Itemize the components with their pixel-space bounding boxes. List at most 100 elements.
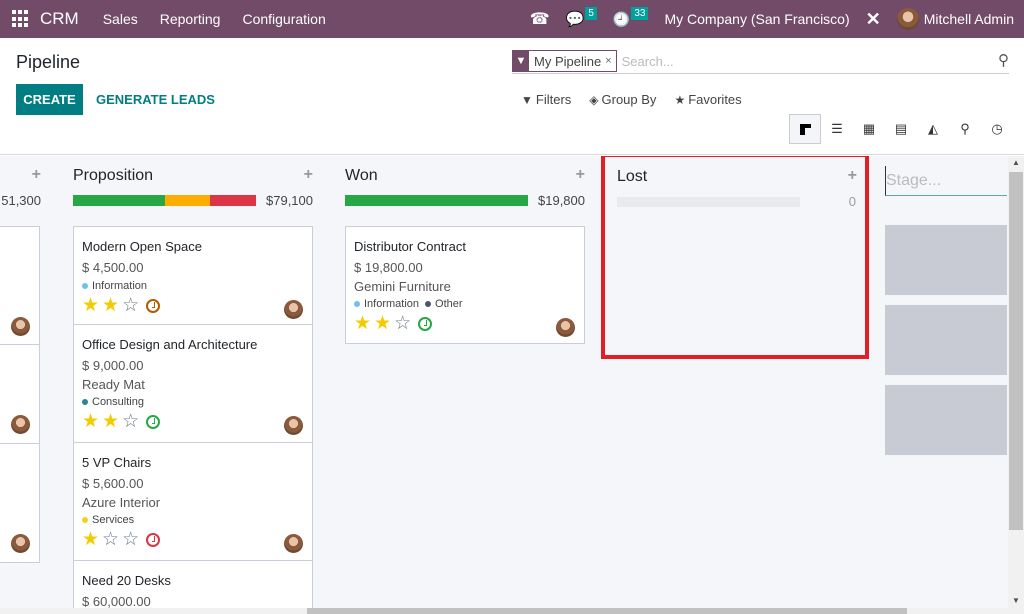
priority-star-icon[interactable]: ☆: [394, 314, 411, 333]
priority-star-icon[interactable]: ☆: [102, 530, 119, 549]
card-title: Office Design and Architecture: [82, 337, 258, 352]
quick-create-icon[interactable]: +: [848, 167, 857, 185]
quick-create-icon[interactable]: +: [576, 166, 585, 184]
kanban-column-won: Won + $19,800 Distributor Contract $ 19,8…: [345, 156, 585, 344]
messages-button[interactable]: 💬 5: [565, 6, 597, 28]
tag: Information: [354, 298, 419, 310]
activity-clock-icon[interactable]: [146, 415, 161, 429]
priority-star-icon[interactable]: ★: [82, 296, 99, 315]
kanban-card[interactable]: Distributor Contract $ 19,800.00 Gemini Fu…: [345, 226, 585, 344]
kanban-card[interactable]: 5 VP Chairs $ 5,600.00 Azure Interior Servi…: [73, 443, 313, 561]
card-list: Modern Open Space $ 4,500.00 Information ★ ★…: [73, 226, 313, 614]
card-title: Need 20 Desks: [82, 573, 171, 588]
view-switcher: ☰ ▦ ▤ ◭ ⚲ ◷: [789, 114, 1013, 144]
progress-segment-green[interactable]: [345, 195, 528, 206]
generate-leads-button[interactable]: GENERATE LEADS: [96, 84, 215, 115]
vertical-scrollbar[interactable]: ▲ ▼: [1008, 156, 1024, 608]
list-icon: ☰: [831, 121, 843, 136]
kanban-card[interactable]: [0, 345, 40, 444]
activity-clock-icon[interactable]: [146, 299, 161, 313]
column-progress-bar: [617, 197, 800, 207]
search-input[interactable]: [621, 53, 922, 69]
top-navbar: CRM Sales Reporting Configuration ☎ 💬 5 🕘…: [0, 0, 1024, 38]
card-footer: ★ ☆ ☆: [82, 530, 161, 549]
map-view-button[interactable]: ⚲: [949, 114, 981, 144]
list-view-button[interactable]: ☰: [821, 114, 853, 144]
menu-configuration[interactable]: Configuration: [242, 11, 325, 27]
pivot-view-button[interactable]: ▤: [885, 114, 917, 144]
create-button[interactable]: CREATE: [16, 84, 83, 115]
horizontal-scrollbar[interactable]: [0, 608, 1024, 614]
area-chart-icon: ◭: [928, 121, 938, 136]
kanban-card[interactable]: [0, 226, 40, 345]
apps-menu-icon[interactable]: [12, 10, 30, 28]
kanban-card[interactable]: Modern Open Space $ 4,500.00 Information ★ ★…: [73, 226, 313, 325]
column-progress-bar[interactable]: [345, 195, 528, 206]
card-company: Azure Interior: [82, 495, 161, 510]
activity-clock-icon[interactable]: [418, 317, 433, 331]
priority-star-icon[interactable]: ★: [82, 530, 99, 549]
horizontal-scroll-thumb[interactable]: [307, 608, 907, 614]
card-title: 5 VP Chairs: [82, 455, 152, 470]
salesperson-avatar: [11, 415, 30, 434]
priority-star-icon[interactable]: ☆: [122, 412, 139, 431]
card-amount: $ 4,500.00: [82, 260, 144, 275]
phone-icon[interactable]: ☎: [530, 9, 550, 29]
progress-segment-red[interactable]: [210, 195, 256, 206]
tag-label: Information: [92, 280, 148, 292]
user-avatar: [896, 8, 919, 30]
tag: Information: [82, 280, 147, 292]
priority-star-icon[interactable]: ☆: [122, 296, 139, 315]
column-sum: $19,800: [538, 193, 585, 208]
graph-view-button[interactable]: ◭: [917, 114, 949, 144]
new-stage-input[interactable]: [885, 166, 1007, 196]
priority-star-icon[interactable]: ☆: [122, 530, 139, 549]
activity-clock-icon[interactable]: [146, 533, 161, 547]
kanban-card[interactable]: Office Design and Architecture $ 9,000.00…: [73, 325, 313, 443]
priority-star-icon[interactable]: ★: [374, 314, 391, 333]
user-menu[interactable]: Mitchell Admin: [896, 8, 1014, 30]
priority-star-icon[interactable]: ★: [354, 314, 371, 333]
company-switcher[interactable]: My Company (San Francisco): [664, 11, 849, 27]
facet-value: My Pipeline: [534, 53, 602, 69]
priority-star-icon[interactable]: ★: [102, 296, 119, 315]
progress-segment-green[interactable]: [73, 195, 165, 206]
page-title: Pipeline: [16, 52, 81, 72]
app-brand[interactable]: CRM: [40, 9, 79, 29]
activity-view-button[interactable]: ◷: [981, 114, 1013, 144]
kanban-card[interactable]: [0, 444, 40, 563]
card-list: Distributor Contract $ 19,800.00 Gemini Fu…: [345, 226, 585, 344]
card-title: Modern Open Space: [82, 239, 202, 254]
column-progress-bar[interactable]: [73, 195, 256, 206]
chat-icon: 💬: [565, 11, 585, 28]
menu-sales[interactable]: Sales: [103, 11, 138, 27]
scroll-up-arrow[interactable]: ▲: [1012, 158, 1020, 167]
column-title: Lost: [617, 168, 648, 185]
filters-dropdown[interactable]: ▼ Filters: [521, 92, 571, 107]
kanban-view-button[interactable]: [789, 114, 821, 144]
clock-icon: 🕘: [612, 10, 631, 27]
tag: Other: [425, 298, 463, 310]
priority-star-icon[interactable]: ★: [82, 412, 99, 431]
kanban-card[interactable]: Need 20 Desks $ 60,000.00: [73, 561, 313, 614]
search-icon[interactable]: ⚲: [998, 51, 1009, 69]
calendar-view-button[interactable]: ▦: [853, 114, 885, 144]
control-panel: Pipeline CREATE GENERATE LEADS ▼ My Pipe…: [0, 38, 1024, 155]
activities-badge: 33: [631, 6, 649, 20]
activities-button[interactable]: 🕘 33: [612, 6, 649, 28]
card-footer: ★ ★ ☆: [354, 314, 433, 333]
groupby-dropdown[interactable]: ◈ Group By: [589, 92, 656, 107]
quick-create-icon[interactable]: +: [304, 166, 313, 184]
card-title: Distributor Contract: [354, 239, 466, 254]
facet-remove-icon[interactable]: ×: [605, 55, 615, 67]
progress-segment-orange[interactable]: [164, 195, 211, 206]
vertical-scroll-thumb[interactable]: [1009, 172, 1023, 530]
quick-create-icon[interactable]: +: [32, 166, 41, 184]
priority-star-icon[interactable]: ★: [102, 412, 119, 431]
search-options: ▼ Filters ◈ Group By ★ Favorites: [521, 92, 760, 107]
filters-label: Filters: [535, 92, 572, 107]
favorites-dropdown[interactable]: ★ Favorites: [674, 92, 741, 107]
scroll-down-arrow[interactable]: ▼: [1012, 596, 1020, 605]
debug-tools-icon[interactable]: ✕: [866, 9, 881, 30]
menu-reporting[interactable]: Reporting: [160, 11, 221, 27]
